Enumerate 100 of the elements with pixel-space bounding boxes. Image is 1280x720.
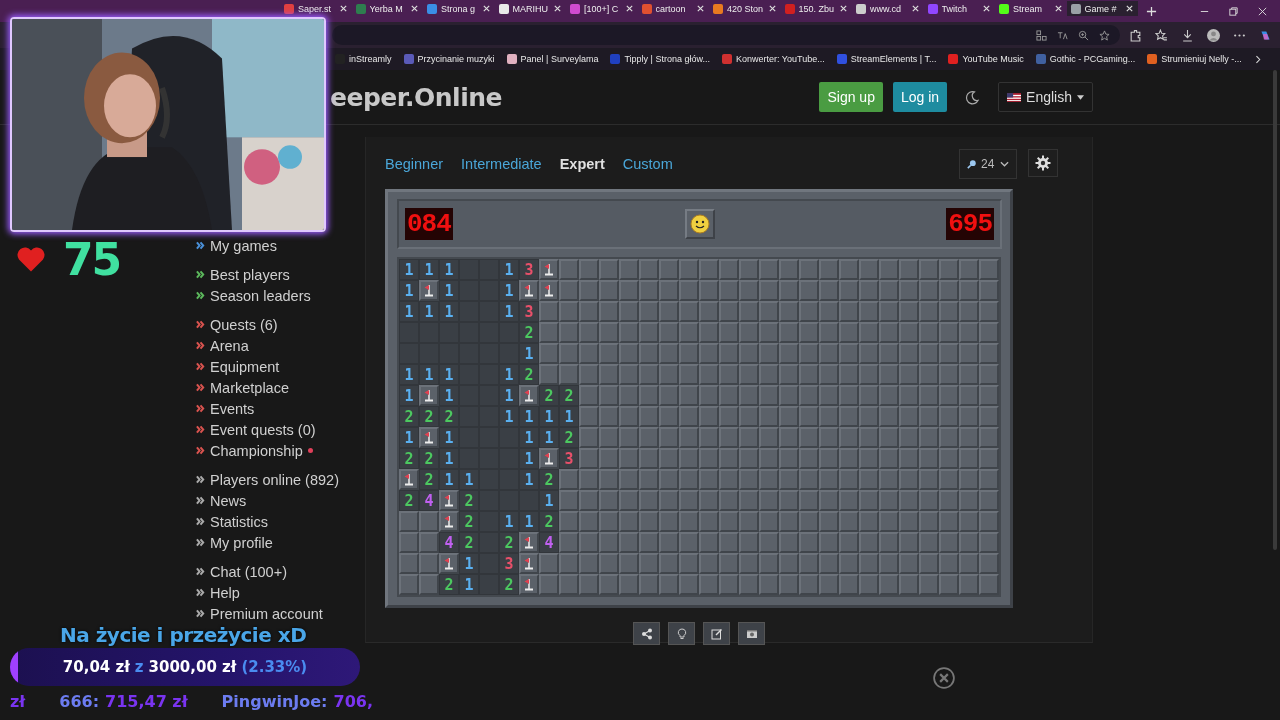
- covered-cell[interactable]: [759, 385, 779, 406]
- covered-cell[interactable]: [599, 511, 619, 532]
- covered-cell[interactable]: [679, 301, 699, 322]
- covered-cell[interactable]: [699, 280, 719, 301]
- covered-cell[interactable]: [919, 385, 939, 406]
- covered-cell[interactable]: [919, 280, 939, 301]
- covered-cell[interactable]: [639, 448, 659, 469]
- covered-cell[interactable]: [879, 532, 899, 553]
- covered-cell[interactable]: [599, 385, 619, 406]
- sidebar-link[interactable]: Statistics: [210, 513, 268, 530]
- browser-tab[interactable]: Yerba M: [351, 1, 423, 16]
- covered-cell[interactable]: [819, 364, 839, 385]
- covered-cell[interactable]: [879, 574, 899, 595]
- covered-cell[interactable]: [879, 280, 899, 301]
- covered-cell[interactable]: [579, 574, 599, 595]
- covered-cell[interactable]: [579, 280, 599, 301]
- covered-cell[interactable]: [819, 259, 839, 280]
- covered-cell[interactable]: [619, 469, 639, 490]
- bookmark[interactable]: inStreamly: [335, 54, 392, 64]
- covered-cell[interactable]: [719, 553, 739, 574]
- covered-cell[interactable]: [839, 574, 859, 595]
- covered-cell[interactable]: [579, 385, 599, 406]
- covered-cell[interactable]: [639, 511, 659, 532]
- covered-cell[interactable]: [659, 385, 679, 406]
- covered-cell[interactable]: [879, 406, 899, 427]
- covered-cell[interactable]: [539, 343, 559, 364]
- covered-cell[interactable]: [979, 532, 999, 553]
- covered-cell[interactable]: [639, 469, 659, 490]
- edit-button[interactable]: [703, 622, 730, 645]
- covered-cell[interactable]: [559, 469, 579, 490]
- covered-cell[interactable]: [939, 511, 959, 532]
- covered-cell[interactable]: [559, 511, 579, 532]
- covered-cell[interactable]: [819, 343, 839, 364]
- covered-cell[interactable]: [619, 301, 639, 322]
- covered-cell[interactable]: [779, 385, 799, 406]
- covered-cell[interactable]: [759, 574, 779, 595]
- covered-cell[interactable]: [739, 574, 759, 595]
- covered-cell[interactable]: [859, 490, 879, 511]
- covered-cell[interactable]: [799, 448, 819, 469]
- covered-cell[interactable]: [419, 511, 439, 532]
- chevron-icon[interactable]: [1253, 54, 1262, 64]
- covered-cell[interactable]: [659, 511, 679, 532]
- covered-cell[interactable]: [839, 280, 859, 301]
- covered-cell[interactable]: [799, 553, 819, 574]
- covered-cell[interactable]: [899, 385, 919, 406]
- covered-cell[interactable]: [859, 511, 879, 532]
- covered-cell[interactable]: [659, 553, 679, 574]
- covered-cell[interactable]: [979, 427, 999, 448]
- covered-cell[interactable]: [619, 280, 639, 301]
- covered-cell[interactable]: [819, 511, 839, 532]
- covered-cell[interactable]: [879, 301, 899, 322]
- covered-cell[interactable]: [739, 259, 759, 280]
- bookmark[interactable]: Panel | Surveylama: [506, 54, 599, 64]
- covered-cell[interactable]: [559, 343, 579, 364]
- covered-cell[interactable]: [639, 385, 659, 406]
- covered-cell[interactable]: [679, 574, 699, 595]
- covered-cell[interactable]: [779, 553, 799, 574]
- covered-cell[interactable]: [599, 532, 619, 553]
- covered-cell[interactable]: [579, 322, 599, 343]
- copilot-icon[interactable]: [1259, 28, 1272, 42]
- bookmark[interactable]: Gothic - PCGaming...: [1035, 54, 1136, 64]
- covered-cell[interactable]: [879, 427, 899, 448]
- covered-cell[interactable]: [959, 511, 979, 532]
- browser-tab[interactable]: 420 Ston: [709, 1, 781, 16]
- avatar-icon[interactable]: [1207, 28, 1220, 42]
- covered-cell[interactable]: [919, 259, 939, 280]
- covered-cell[interactable]: [579, 532, 599, 553]
- zoom-dropdown[interactable]: 24: [959, 149, 1017, 179]
- covered-cell[interactable]: [859, 322, 879, 343]
- covered-cell[interactable]: [759, 511, 779, 532]
- covered-cell[interactable]: [779, 280, 799, 301]
- covered-cell[interactable]: [899, 448, 919, 469]
- covered-cell[interactable]: [399, 511, 419, 532]
- covered-cell[interactable]: [739, 385, 759, 406]
- covered-cell[interactable]: [959, 448, 979, 469]
- covered-cell[interactable]: [599, 553, 619, 574]
- covered-cell[interactable]: [799, 469, 819, 490]
- covered-cell[interactable]: [859, 469, 879, 490]
- covered-cell[interactable]: [659, 406, 679, 427]
- covered-cell[interactable]: [819, 490, 839, 511]
- covered-cell[interactable]: [939, 427, 959, 448]
- covered-cell[interactable]: [659, 448, 679, 469]
- covered-cell[interactable]: [859, 364, 879, 385]
- covered-cell[interactable]: [759, 301, 779, 322]
- settings-button[interactable]: [1028, 149, 1058, 177]
- zoom-icon[interactable]: [1078, 29, 1089, 41]
- covered-cell[interactable]: [719, 364, 739, 385]
- site-logo[interactable]: eeper.Online: [330, 82, 502, 112]
- covered-cell[interactable]: [739, 553, 759, 574]
- covered-cell[interactable]: [959, 490, 979, 511]
- covered-cell[interactable]: [759, 448, 779, 469]
- covered-cell[interactable]: [539, 322, 559, 343]
- browser-tab[interactable]: MARIHU: [494, 1, 566, 16]
- covered-cell[interactable]: [699, 469, 719, 490]
- covered-cell[interactable]: [739, 343, 759, 364]
- covered-cell[interactable]: [659, 301, 679, 322]
- covered-cell[interactable]: [599, 322, 619, 343]
- covered-cell[interactable]: [779, 511, 799, 532]
- covered-cell[interactable]: [619, 406, 639, 427]
- covered-cell[interactable]: [859, 553, 879, 574]
